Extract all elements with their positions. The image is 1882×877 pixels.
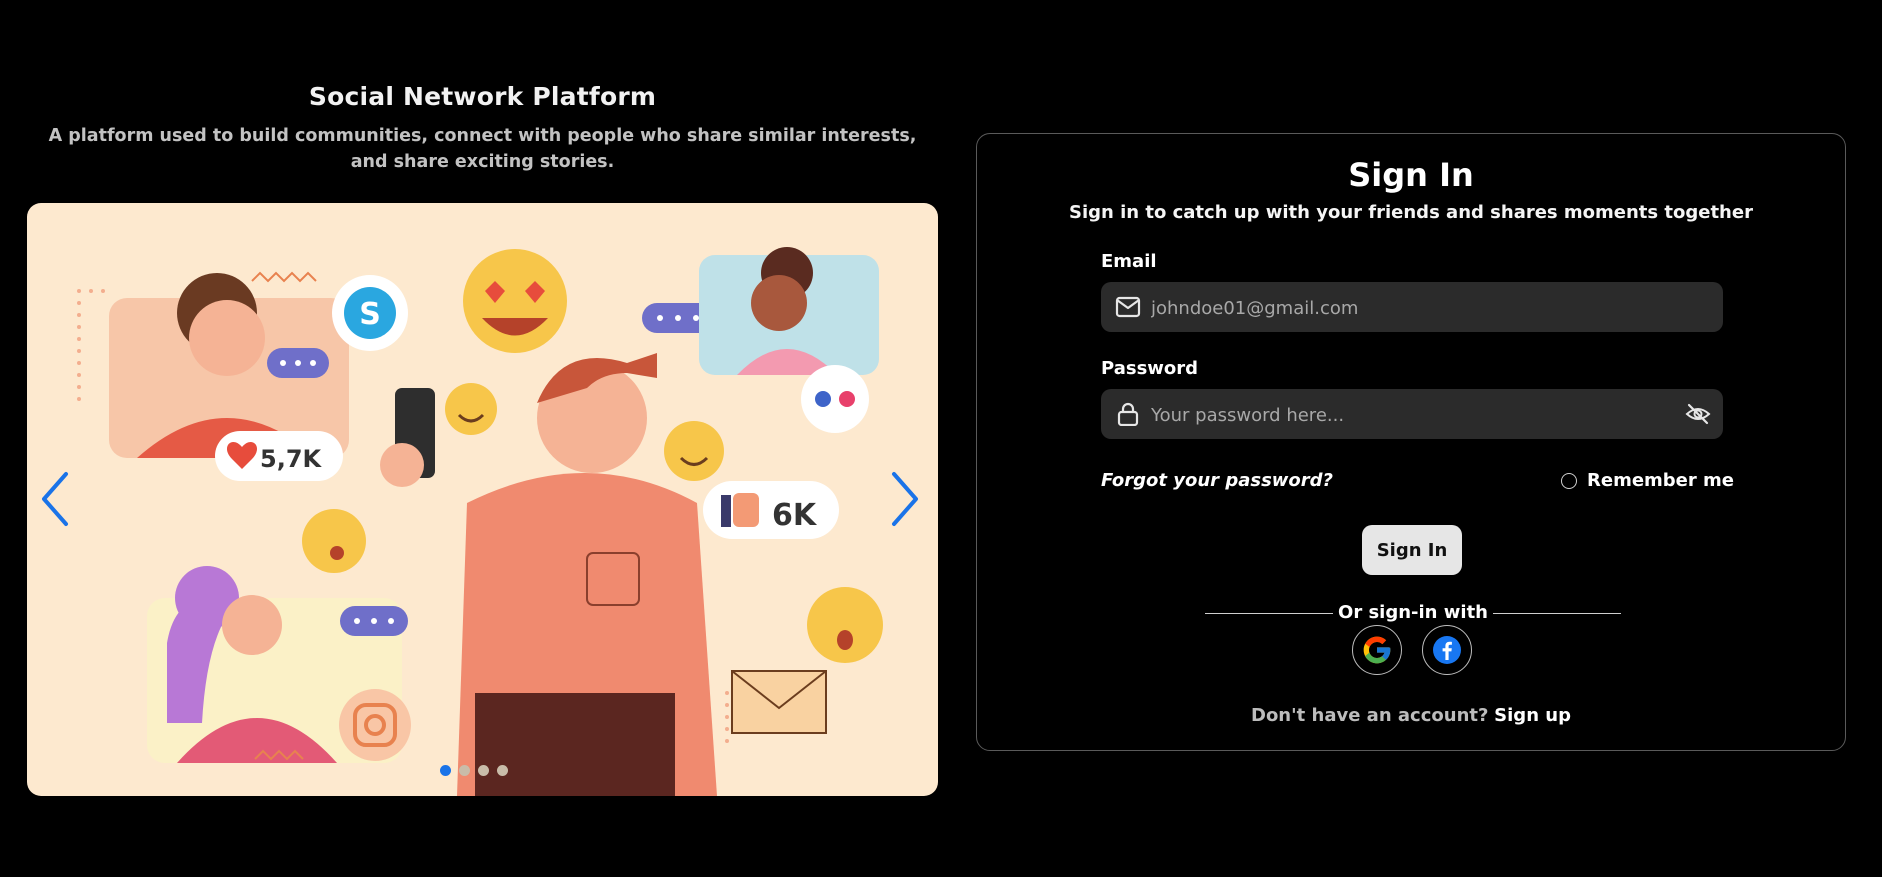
remember-me-radio[interactable] xyxy=(1561,472,1577,489)
mail-icon xyxy=(1115,296,1141,318)
no-account-text: Don't have an account? xyxy=(1251,705,1489,726)
eye-off-icon[interactable] xyxy=(1685,402,1711,426)
carousel-next-button[interactable] xyxy=(884,466,926,532)
signin-title: Sign In xyxy=(1348,156,1474,194)
facebook-signin-button[interactable] xyxy=(1422,625,1472,675)
remember-me-label: Remember me xyxy=(1587,470,1734,491)
chevron-left-icon xyxy=(42,472,68,526)
carousel-dot[interactable] xyxy=(440,765,451,776)
badge-likes: 5,7K xyxy=(260,445,323,473)
password-label: Password xyxy=(1101,358,1199,379)
carousel-dot[interactable] xyxy=(497,765,508,776)
signin-card: Sign In Sign in to catch up with your fr… xyxy=(976,133,1846,751)
email-label: Email xyxy=(1101,251,1157,272)
email-field[interactable] xyxy=(1101,282,1723,334)
password-field[interactable] xyxy=(1101,389,1723,441)
signin-subtitle: Sign in to catch up with your friends an… xyxy=(1069,202,1753,223)
password-input[interactable] xyxy=(1149,389,1673,441)
hero-title: Social Network Platform xyxy=(308,82,657,111)
social-divider: Or sign-in with xyxy=(1205,602,1621,624)
hero-section: Social Network Platform A platform used … xyxy=(28,82,937,175)
google-signin-button[interactable] xyxy=(1352,625,1402,675)
badge-thumbs: 6K xyxy=(772,498,818,533)
carousel-dot[interactable] xyxy=(478,765,489,776)
hero-subtitle: A platform used to build communities, co… xyxy=(48,126,917,172)
carousel-prev-button[interactable] xyxy=(34,466,76,532)
lock-icon xyxy=(1117,402,1139,426)
svg-text:S: S xyxy=(359,297,381,332)
social-illustration: S 5,7K 6K xyxy=(77,247,883,796)
signup-prompt: Don't have an account? Sign up xyxy=(977,705,1845,726)
carousel-dots xyxy=(440,765,508,776)
email-input[interactable] xyxy=(1149,282,1673,334)
carousel-dot[interactable] xyxy=(459,765,470,776)
signup-link[interactable]: Sign up xyxy=(1494,705,1571,726)
signin-button[interactable]: Sign In xyxy=(1362,525,1462,575)
chevron-right-icon xyxy=(892,472,918,526)
divider-line xyxy=(1493,613,1621,615)
facebook-icon xyxy=(1433,636,1461,664)
forgot-password-link[interactable]: Forgot your password? xyxy=(1101,470,1333,491)
carousel: S 5,7K 6K xyxy=(27,203,938,796)
remember-me-option[interactable]: Remember me xyxy=(1561,470,1734,491)
google-icon xyxy=(1363,636,1391,664)
